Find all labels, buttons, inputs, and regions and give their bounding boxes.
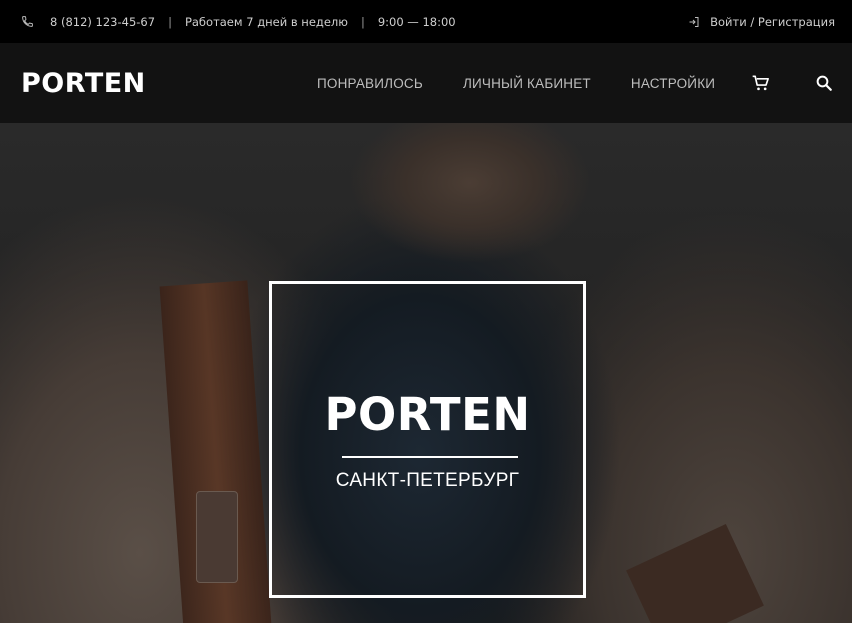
nav-account[interactable]: ЛИЧНЫЙ КАБИНЕТ — [463, 76, 591, 91]
login-text[interactable]: Войти / Регистрация — [710, 15, 835, 29]
nav-favorites[interactable]: ПОНРАВИЛОСЬ — [317, 76, 423, 91]
login-icon — [688, 16, 700, 28]
top-bar: 8 (812) 123-45-67 | Работаем 7 дней в не… — [0, 0, 852, 43]
main-header: PORTEN ПОНРАВИЛОСЬ ЛИЧНЫЙ КАБИНЕТ НАСТРО… — [0, 43, 852, 123]
phone-icon — [21, 15, 34, 28]
phone-number[interactable]: 8 (812) 123-45-67 — [50, 15, 155, 29]
working-hours-text: 9:00 — 18:00 — [377, 14, 456, 29]
contact-info: 8 (812) 123-45-67 | Работаем 7 дней в не… — [21, 15, 456, 29]
login-link[interactable]: Войти / Регистрация — [688, 15, 835, 29]
nav-settings[interactable]: НАСТРОЙКИ — [631, 76, 715, 91]
hero-image-pocket-square — [626, 523, 764, 623]
hero-divider — [342, 456, 518, 458]
hero-logo: PORTEN — [324, 388, 531, 441]
main-nav: ПОНРАВИЛОСЬ ЛИЧНЫЙ КАБИНЕТ НАСТРОЙКИ — [317, 43, 755, 123]
divider: | — [168, 14, 172, 29]
search-icon[interactable] — [815, 74, 833, 92]
cart-icon[interactable] — [751, 73, 771, 93]
hero-city: САНКТ-ПЕТЕРБУРГ — [335, 470, 520, 491]
site-logo[interactable]: PORTEN — [21, 70, 146, 97]
hero-image-tag — [196, 491, 238, 583]
hero-brand-box: PORTEN САНКТ-ПЕТЕРБУРГ — [269, 281, 586, 598]
working-days-text: Работаем 7 дней в неделю — [184, 14, 348, 29]
divider: | — [360, 14, 365, 29]
